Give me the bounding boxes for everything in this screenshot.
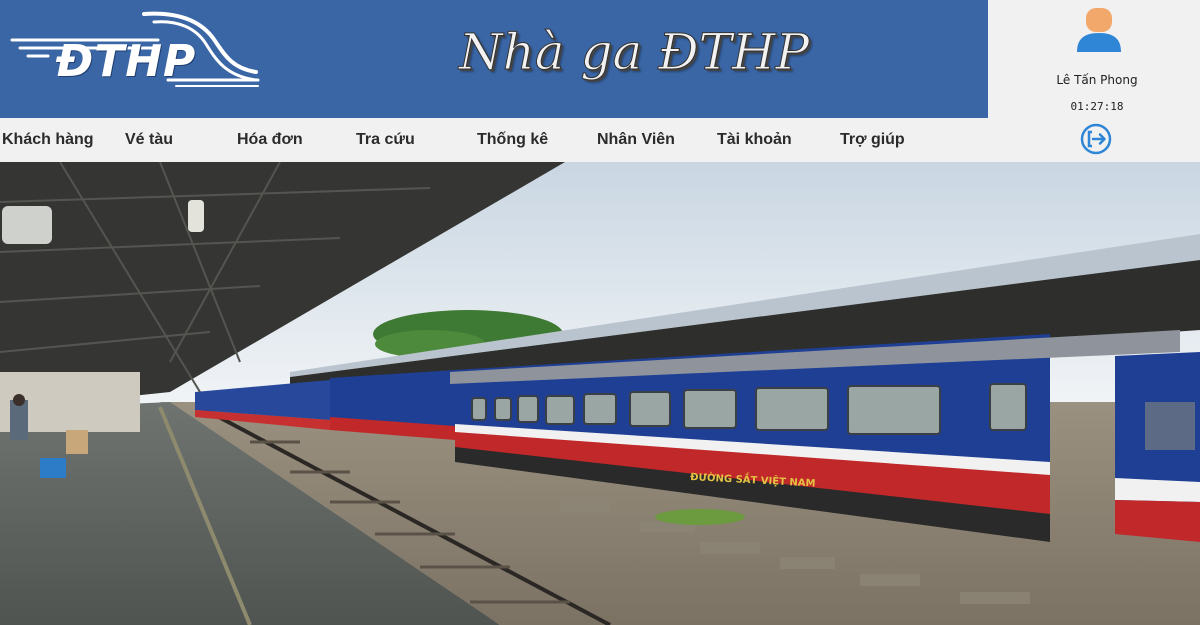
nav-item-employees[interactable]: Nhân Viên	[597, 118, 675, 162]
logout-button[interactable]	[1080, 123, 1112, 155]
nav-item-help[interactable]: Trợ giúp	[840, 118, 905, 162]
nav-item-account[interactable]: Tài khoản	[717, 118, 792, 162]
brand-logo[interactable]: ĐTHP	[8, 10, 260, 92]
user-name: Lê Tấn Phong	[1056, 73, 1138, 87]
nav-item-statistics[interactable]: Thống kê	[477, 118, 548, 162]
user-panel: Lê Tấn Phong 01:27:18	[988, 0, 1200, 162]
nav-item-customers[interactable]: Khách hàng	[2, 118, 94, 162]
hero-station-photo: ĐƯỜNG SẮT VIỆT NAM	[0, 162, 1200, 625]
nav-item-search[interactable]: Tra cứu	[356, 118, 415, 162]
main-nav: Khách hàng Vé tàu Hóa đơn Tra cứu Thống …	[0, 118, 988, 162]
site-title: Nhà ga ĐTHP	[458, 23, 810, 82]
user-avatar-icon[interactable]	[1074, 5, 1124, 55]
nav-item-tickets[interactable]: Vé tàu	[125, 118, 173, 162]
logout-icon	[1080, 123, 1112, 155]
logo-text: ĐTHP	[56, 36, 197, 87]
header-banner: ĐTHP Nhà ga ĐTHP	[0, 0, 988, 118]
nav-item-invoices[interactable]: Hóa đơn	[237, 118, 303, 162]
clock-time: 01:27:18	[1070, 100, 1124, 113]
